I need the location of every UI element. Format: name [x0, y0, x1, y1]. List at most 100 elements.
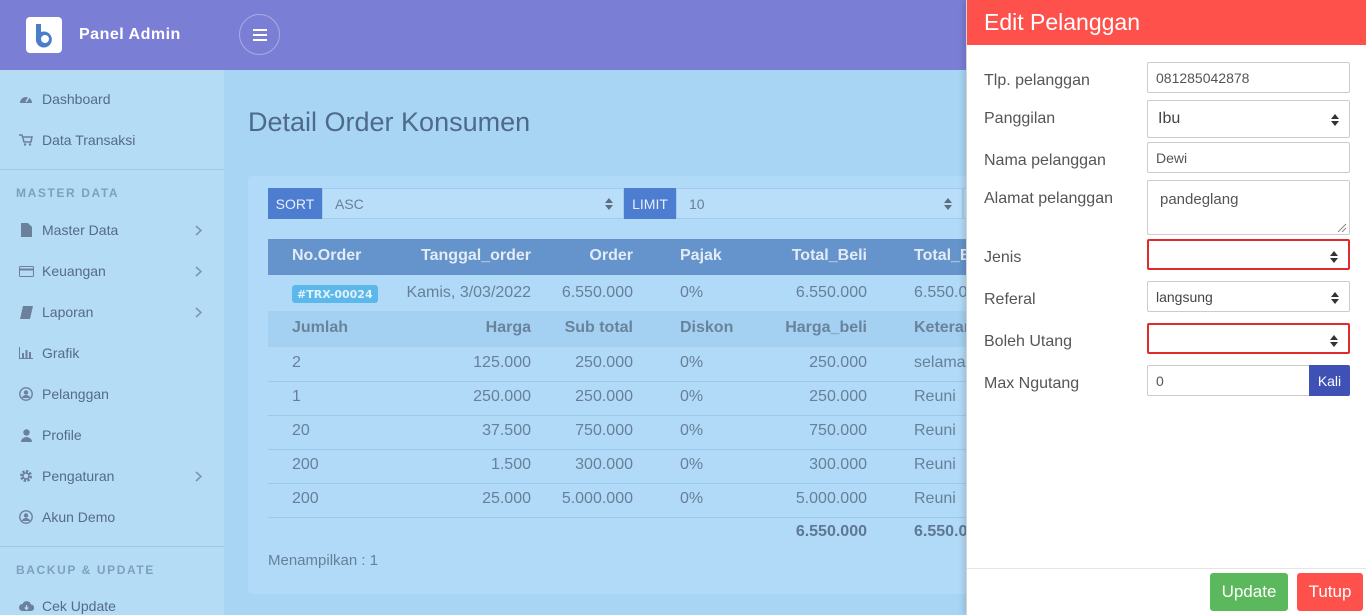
- gear-icon: [18, 468, 34, 484]
- cell-keterangan: Reuni: [914, 422, 956, 439]
- modal-footer-divider: [967, 568, 1366, 569]
- brand-logo-icon: [26, 17, 62, 53]
- select-arrows-icon: [1330, 334, 1338, 350]
- sidebar-item-pengaturan[interactable]: Pengaturan: [0, 458, 224, 494]
- cell-keterangan: Reuni: [914, 388, 956, 405]
- cloud-download-icon: [18, 598, 34, 614]
- cell-diskon: 0%: [680, 388, 704, 405]
- sidebar-section-master: MASTER DATA: [16, 186, 120, 200]
- max-debt-label: Max Ngutang: [984, 375, 1080, 392]
- cell-keterangan: Reuni: [914, 490, 956, 507]
- sidebar-item-label: Pengaturan: [42, 468, 115, 484]
- sidebar-item-pelanggan[interactable]: Pelanggan: [0, 376, 224, 412]
- salutation-label: Panggilan: [984, 110, 1056, 127]
- sidebar-item-profile[interactable]: Profile: [0, 417, 224, 453]
- order-date: Kamis, 3/03/2022: [406, 284, 531, 301]
- sidebar-item-label: Master Data: [42, 222, 119, 238]
- brand[interactable]: Panel Admin: [26, 17, 181, 53]
- type-select[interactable]: [1147, 239, 1350, 270]
- address-textarea-value: pandeglang: [1160, 191, 1239, 208]
- cell-jumlah: 200: [292, 456, 319, 473]
- modal-title: Edit Pelanggan: [984, 9, 1141, 35]
- column-header: Keteran: [914, 319, 974, 336]
- order-id-badge[interactable]: #TRX-00024: [292, 285, 378, 303]
- row-divider: [268, 483, 1008, 484]
- cell-harga-beli: 250.000: [809, 354, 867, 371]
- sidebar-item-laporan[interactable]: Laporan: [0, 294, 224, 330]
- column-header: Sub total: [564, 319, 633, 336]
- cart-icon: [18, 132, 34, 148]
- select-arrows-icon: [605, 197, 613, 213]
- cell-jumlah: 2: [292, 354, 301, 371]
- resize-grip-icon[interactable]: [1335, 220, 1347, 233]
- salutation-select[interactable]: Ibu: [1147, 100, 1350, 138]
- cell-harga: 125.000: [473, 354, 531, 371]
- sidebar-item-label: Data Transaksi: [42, 132, 136, 148]
- sidebar-item-master-data[interactable]: Master Data: [0, 212, 224, 248]
- cell-subtotal: 250.000: [575, 388, 633, 405]
- limit-select[interactable]: 10: [676, 188, 963, 219]
- sidebar-item-label: Laporan: [42, 304, 94, 320]
- cell-diskon: 0%: [680, 422, 704, 439]
- salutation-select-value: Ibu: [1158, 110, 1181, 127]
- chevron-right-icon: [191, 469, 205, 483]
- phone-label: Tlp. pelanggan: [984, 72, 1090, 89]
- sidebar-item-cek-update[interactable]: Cek Update: [0, 588, 224, 615]
- column-header: No.Order: [292, 247, 362, 264]
- sidebar-toggle-button[interactable]: [239, 14, 280, 55]
- column-header: Pajak: [680, 247, 722, 264]
- order-card: SORT ASC LIMIT 10 No.Order Tanggal_order…: [248, 176, 1008, 594]
- cell-diskon: 0%: [680, 354, 704, 371]
- cell-harga-beli: 5.000.000: [795, 490, 867, 507]
- update-button[interactable]: Update: [1210, 573, 1288, 611]
- row-divider: [268, 517, 1008, 518]
- table-subheader: Jumlah Harga Sub total Diskon Harga_beli…: [268, 311, 1008, 347]
- row-divider: [268, 381, 1008, 382]
- cell-diskon: 0%: [680, 490, 704, 507]
- modal-header: Edit Pelanggan: [967, 0, 1366, 45]
- bar-chart-icon: [18, 345, 34, 361]
- select-arrows-icon: [944, 197, 952, 213]
- cell-subtotal: 300.000: [575, 456, 633, 473]
- order-amount: 6.550.000: [561, 284, 633, 301]
- debt-label: Boleh Utang: [984, 333, 1073, 350]
- chevron-right-icon: [191, 223, 205, 237]
- select-arrows-icon: [1330, 250, 1338, 266]
- user-circle-icon: [18, 509, 34, 525]
- column-header: Harga: [485, 319, 531, 336]
- sidebar-item-data-transaksi[interactable]: Data Transaksi: [0, 122, 224, 158]
- sidebar-item-label: Akun Demo: [42, 509, 116, 525]
- cell-jumlah: 1: [292, 388, 301, 405]
- limit-select-value: 10: [689, 195, 705, 212]
- type-label: Jenis: [984, 249, 1022, 266]
- column-header: Total_B: [914, 247, 972, 264]
- sidebar-item-grafik[interactable]: Grafik: [0, 335, 224, 371]
- table-header: No.Order Tanggal_order Order Pajak Total…: [268, 239, 1008, 275]
- dashboard-icon: [18, 91, 34, 107]
- column-header: Jumlah: [292, 319, 349, 336]
- phone-input[interactable]: 081285042878: [1147, 62, 1350, 93]
- cell-diskon: 0%: [680, 456, 704, 473]
- select-arrows-icon: [1331, 113, 1339, 131]
- debt-select[interactable]: [1147, 323, 1350, 354]
- sidebar-item-akun-demo[interactable]: Akun Demo: [0, 499, 224, 535]
- address-textarea[interactable]: pandeglang: [1147, 180, 1350, 235]
- name-input[interactable]: Dewi: [1147, 142, 1350, 173]
- sort-select[interactable]: ASC: [322, 188, 624, 219]
- cell-harga-beli: 300.000: [809, 456, 867, 473]
- referral-select[interactable]: langsung: [1147, 281, 1350, 312]
- sidebar-section-backup: BACKUP & UPDATE: [16, 563, 155, 577]
- book-icon: [18, 304, 34, 320]
- cell-harga: 1.500: [490, 456, 531, 473]
- sidebar-item-label: Keuangan: [42, 263, 106, 279]
- close-button[interactable]: Tutup: [1297, 573, 1363, 611]
- column-header: Diskon: [680, 319, 734, 336]
- max-debt-addon: Kali: [1309, 365, 1350, 396]
- cell-keterangan: selamat: [914, 354, 971, 371]
- sidebar-divider: [0, 546, 224, 547]
- sidebar-item-dashboard[interactable]: Dashboard: [0, 81, 224, 117]
- max-debt-input[interactable]: 0: [1147, 365, 1310, 396]
- sidebar-item-keuangan[interactable]: Keuangan: [0, 253, 224, 289]
- user-icon: [18, 427, 34, 443]
- file-icon: [18, 222, 34, 238]
